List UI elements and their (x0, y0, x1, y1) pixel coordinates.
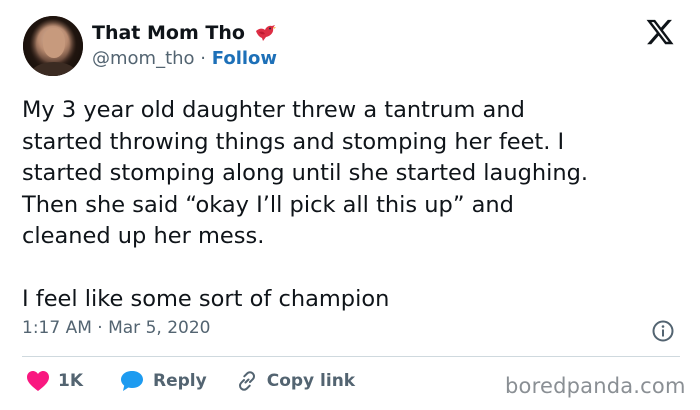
action-bar: 1K Reply Copy link (26, 369, 355, 393)
reply-button[interactable]: Reply (119, 369, 207, 393)
reply-label: Reply (153, 371, 207, 391)
x-logo-icon[interactable] (645, 17, 675, 47)
timestamp[interactable]: 1:17 AM · Mar 5, 2020 (22, 318, 210, 338)
divider (22, 356, 680, 357)
display-name[interactable]: That Mom Tho (92, 22, 245, 44)
watermark: boredpanda.com (505, 374, 686, 398)
info-icon[interactable] (651, 319, 675, 343)
avatar[interactable] (23, 16, 83, 76)
separator-dot: · (200, 48, 207, 69)
avatar-face (43, 28, 65, 58)
like-count: 1K (58, 371, 84, 391)
reply-icon (121, 371, 144, 391)
copy-link-button[interactable]: Copy link (235, 369, 355, 393)
follow-button[interactable]: Follow (212, 48, 277, 69)
like-button[interactable]: 1K (26, 370, 83, 392)
handle[interactable]: @mom_tho (92, 48, 195, 69)
author-name-row: That Mom Tho (92, 21, 277, 45)
copy-link-label: Copy link (266, 371, 356, 391)
handle-row: @mom_tho · Follow (92, 48, 277, 69)
heart-icon (27, 371, 49, 391)
bird-icon (255, 25, 276, 41)
link-icon (238, 371, 255, 391)
tweet-text: My 3 year old daughter threw a tantrum a… (22, 97, 589, 312)
